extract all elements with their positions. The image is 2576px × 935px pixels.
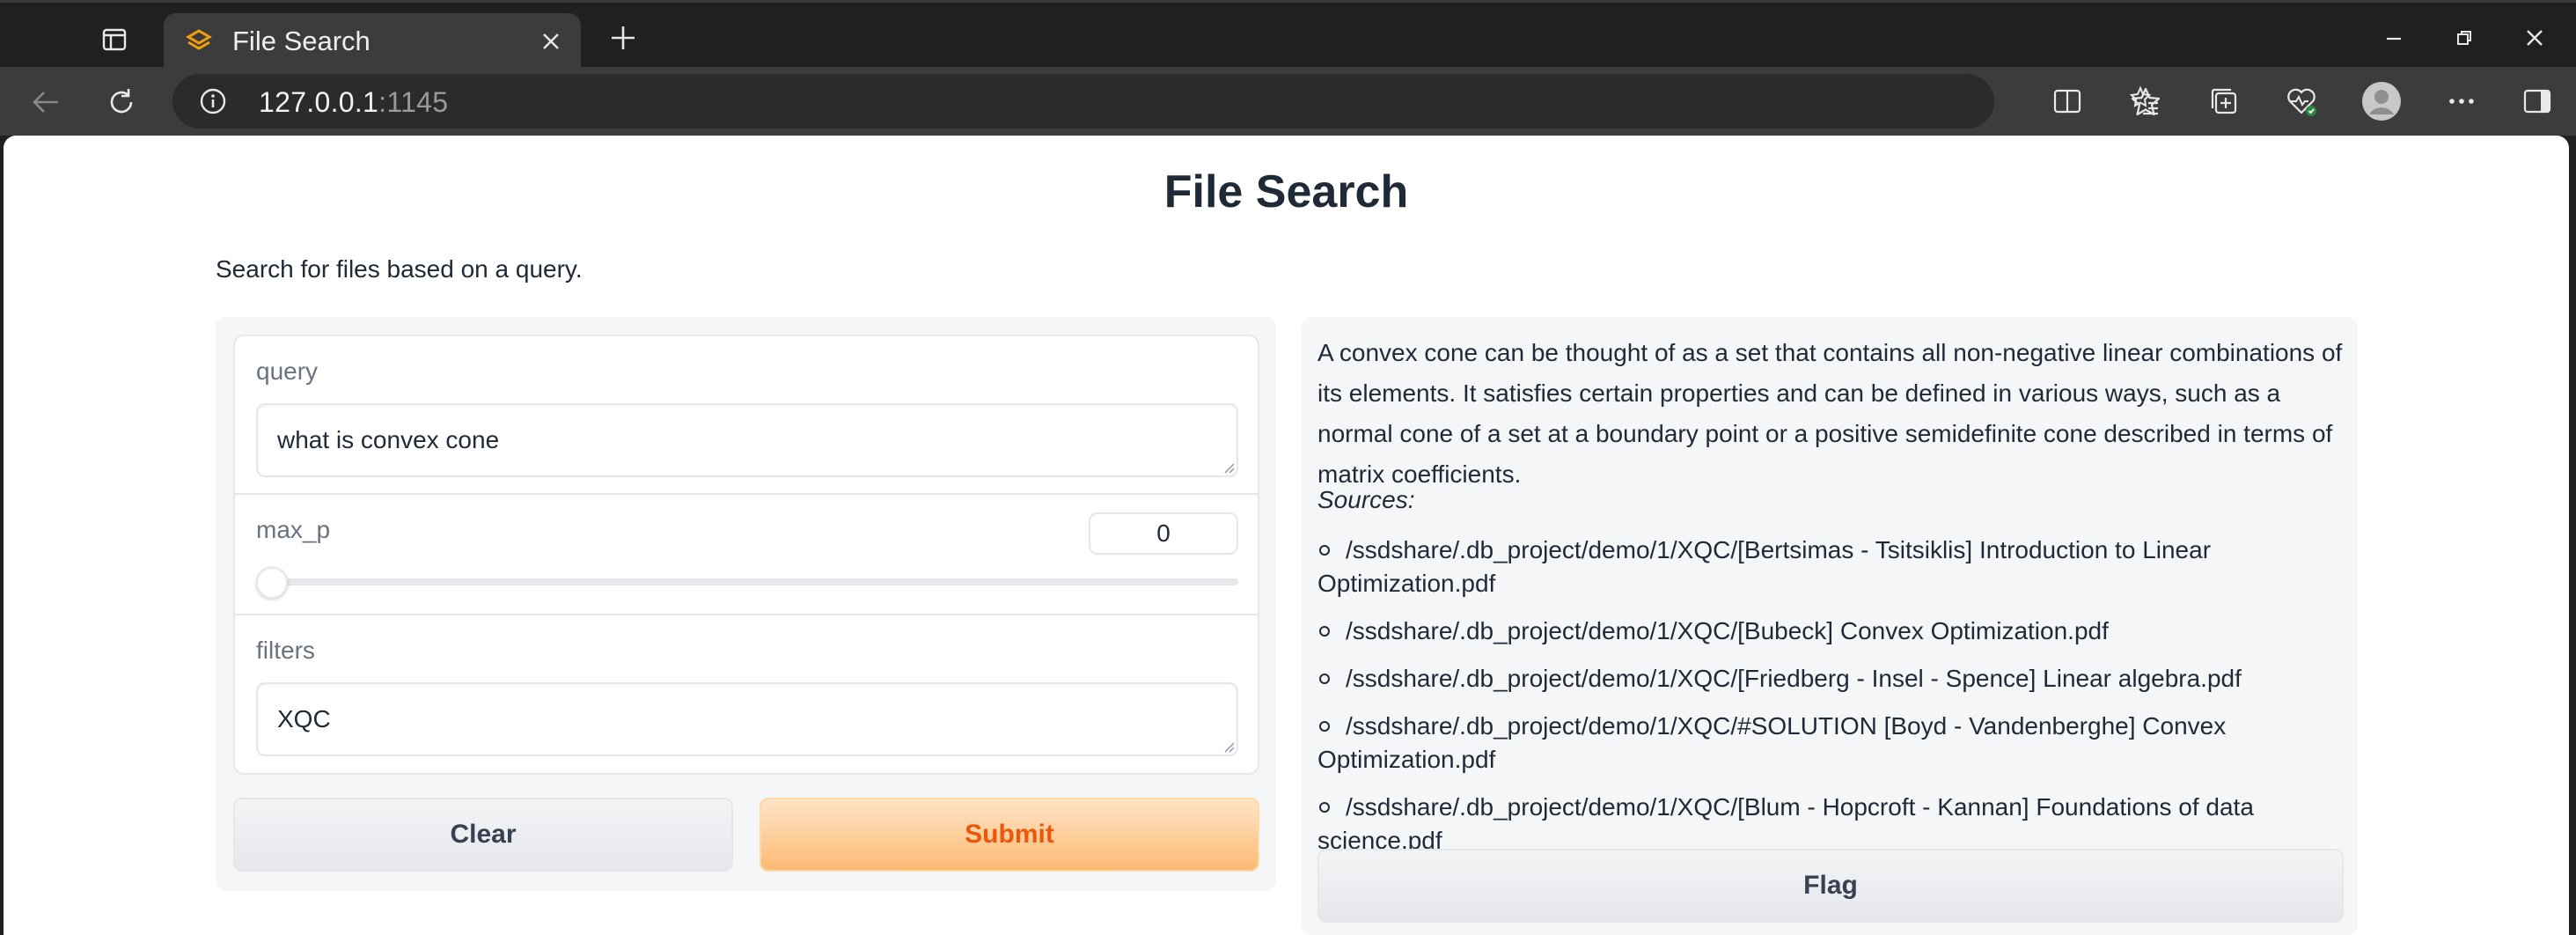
settings-more-button[interactable] [2441, 81, 2482, 121]
page-description: Search for files based on a query. [216, 255, 583, 283]
active-tab[interactable]: File Search [164, 13, 581, 70]
tab-close-button[interactable] [533, 24, 569, 59]
source-path: /ssdshare/.db_project/demo/1/XQC/[Friedb… [1346, 665, 2242, 692]
split-screen-button[interactable] [2047, 81, 2088, 121]
source-path: /ssdshare/.db_project/demo/1/XQC/#SOLUTI… [1317, 712, 2227, 773]
minimize-button[interactable] [2374, 18, 2413, 57]
bullet-icon [1319, 544, 1330, 556]
favorites-list-icon [2129, 85, 2158, 115]
reload-icon [110, 89, 133, 114]
filters-input[interactable]: XQC [256, 682, 1238, 756]
close-window-button[interactable] [2515, 18, 2554, 57]
bullet-icon [1319, 673, 1330, 684]
filters-block: filters XQC [235, 615, 1258, 773]
collections-icon [2211, 88, 2237, 114]
tab-title: File Search [232, 26, 371, 56]
plus-icon [612, 26, 635, 49]
gradio-favicon-icon [186, 29, 212, 50]
source-path: /ssdshare/.db_project/demo/1/XQC/[Blum -… [1317, 793, 2254, 854]
max-p-block: max_p 0 [235, 495, 1258, 615]
resize-handle-icon[interactable] [1222, 461, 1235, 474]
collections-button[interactable] [2204, 81, 2244, 121]
sidebar-icon [2523, 89, 2551, 114]
source-item: /ssdshare/.db_project/demo/1/XQC/[Bubeck… [1317, 615, 2347, 648]
max-p-slider-track[interactable] [270, 578, 1238, 585]
browser-toolbar: 127.0.0.1:1145 [0, 67, 2576, 136]
split-screen-icon [2053, 89, 2081, 114]
bullet-icon [1319, 801, 1330, 813]
heart-pulse-icon [2287, 88, 2316, 116]
bullet-icon [1319, 625, 1330, 637]
input-form: query what is convex cone max_p 0 filter… [233, 335, 1259, 775]
filters-label: filters [256, 637, 315, 664]
answer-text: A convex cone can be thought of as a set… [1317, 339, 2343, 488]
close-icon [543, 33, 559, 49]
source-path: /ssdshare/.db_project/demo/1/XQC/[Bertsi… [1317, 536, 2212, 597]
query-label: query [256, 357, 319, 385]
page-content: File Search Search for files based on a … [4, 136, 2569, 935]
more-horizontal-icon [2449, 99, 2474, 104]
back-button[interactable] [25, 81, 67, 123]
new-tab-button[interactable] [602, 20, 644, 55]
url-port: :1145 [378, 86, 449, 118]
sources-list: /ssdshare/.db_project/demo/1/XQC/[Bertsi… [1317, 534, 2347, 872]
sidebar-toggle-button[interactable] [2517, 81, 2558, 121]
filters-value: XQC [277, 705, 331, 733]
restore-icon [2457, 31, 2471, 45]
query-input[interactable]: what is convex cone [256, 403, 1238, 477]
sources-label: Sources: [1317, 486, 1415, 513]
close-icon [2527, 30, 2543, 46]
source-item: /ssdshare/.db_project/demo/1/XQC/#SOLUTI… [1317, 710, 2347, 777]
site-info-icon[interactable] [199, 87, 227, 115]
tab-actions-icon [102, 28, 127, 51]
bullet-icon [1319, 720, 1330, 732]
favorites-button[interactable] [2125, 81, 2165, 121]
query-block: query what is convex cone [235, 336, 1258, 495]
restore-button[interactable] [2445, 18, 2484, 57]
address-bar[interactable]: 127.0.0.1:1145 [172, 74, 2161, 129]
max-p-label: max_p [256, 516, 331, 543]
profile-button[interactable] [2361, 81, 2402, 121]
url-text: 127.0.0.1:1145 [259, 86, 448, 119]
submit-button[interactable]: Submit [760, 798, 1259, 872]
back-arrow-icon [33, 92, 58, 113]
reload-button[interactable] [100, 81, 143, 123]
page-title: File Search [1163, 166, 1409, 217]
browser-essentials-button[interactable] [2281, 81, 2322, 121]
source-item: /ssdshare/.db_project/demo/1/XQC/[Blum -… [1317, 791, 2347, 858]
tab-actions-button[interactable] [88, 20, 141, 59]
url-host: 127.0.0.1 [259, 86, 379, 118]
minimize-icon [2387, 37, 2401, 40]
browser-tab-bar: File Search [0, 0, 2576, 70]
source-item: /ssdshare/.db_project/demo/1/XQC/[Friedb… [1317, 662, 2347, 696]
flag-button[interactable]: Flag [1317, 849, 2344, 923]
resize-handle-icon[interactable] [1222, 740, 1235, 753]
source-item: /ssdshare/.db_project/demo/1/XQC/[Bertsi… [1317, 534, 2347, 600]
clear-button[interactable]: Clear [233, 798, 733, 872]
source-path: /ssdshare/.db_project/demo/1/XQC/[Bubeck… [1346, 617, 2109, 644]
avatar-icon [2362, 82, 2401, 121]
output-panel: A convex cone can be thought of as a set… [1302, 317, 2358, 935]
input-panel: query what is convex cone max_p 0 filter… [216, 317, 1276, 891]
max-p-number-input[interactable]: 0 [1089, 512, 1238, 555]
max-p-slider-thumb[interactable] [256, 567, 288, 599]
query-value: what is convex cone [277, 426, 500, 453]
